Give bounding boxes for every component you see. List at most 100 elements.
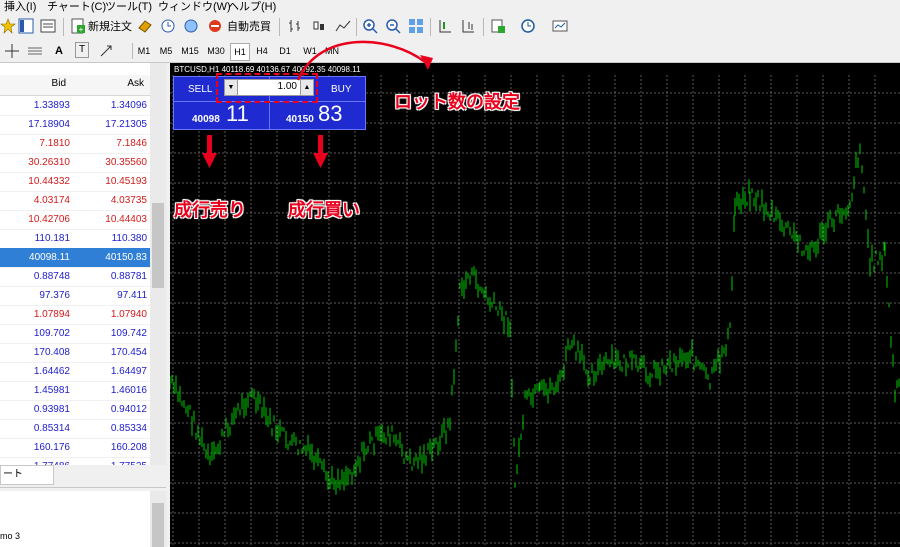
new-order-icon[interactable]: + <box>70 18 86 34</box>
menu-chart[interactable]: チャート(C) <box>47 0 106 14</box>
options-icon[interactable] <box>137 18 153 34</box>
table-row[interactable]: 109.702 109.742 <box>0 324 150 344</box>
table-row[interactable]: 10.44332 10.45193 <box>0 172 150 192</box>
navigator-scrollbar[interactable] <box>150 491 166 547</box>
ask-cell: 4.03735 <box>110 195 147 206</box>
menu-insert[interactable]: 挿入(I) <box>4 0 36 14</box>
periods-clock-icon[interactable] <box>520 18 536 34</box>
separator <box>63 18 64 36</box>
chart-canvas <box>170 75 900 547</box>
standard-toolbar: + 新規注文 自動売買 <box>0 14 900 41</box>
timeframe-mn[interactable]: MN <box>322 43 342 59</box>
indicators-icon[interactable] <box>490 18 506 34</box>
auto-trade-icon[interactable] <box>207 18 223 34</box>
table-row[interactable]: 17.18904 17.21305 <box>0 115 150 135</box>
buy-price-big: 83 <box>318 101 343 126</box>
line-chart-icon[interactable] <box>335 18 351 34</box>
navigator-area: ート mo 3 <box>0 465 166 547</box>
text-label-button[interactable]: A <box>55 42 63 60</box>
divider <box>0 487 166 488</box>
timeframe-m1[interactable]: M1 <box>134 43 154 59</box>
separator <box>430 18 431 36</box>
lot-setting-annotation: ロット数の設定 <box>394 92 520 112</box>
table-row[interactable]: 170.408 170.454 <box>0 343 150 363</box>
timeframe-m15[interactable]: M15 <box>178 43 202 59</box>
market-watch-icon[interactable] <box>18 18 34 34</box>
signals-icon[interactable] <box>183 18 199 34</box>
timeframe-m30[interactable]: M30 <box>204 43 228 59</box>
text-object-button[interactable]: T <box>75 42 89 58</box>
table-row[interactable]: 4.03174 4.03735 <box>0 191 150 211</box>
table-row[interactable]: 1.33893 1.34096 <box>0 96 150 116</box>
bar-chart-icon[interactable] <box>287 18 303 34</box>
crosshair-icon[interactable] <box>4 43 20 59</box>
table-row[interactable]: 30.26310 30.35560 <box>0 153 150 173</box>
sell-price-small: 40098 <box>192 114 220 125</box>
table-row[interactable]: 1.45981 1.46016 <box>0 381 150 401</box>
bid-cell: 1.64462 <box>33 366 70 377</box>
tab-market-watch[interactable]: ート <box>0 465 54 485</box>
ask-cell: 1.34096 <box>110 100 147 111</box>
bid-cell: 10.42706 <box>28 214 70 225</box>
bid-cell: 4.03174 <box>33 195 70 206</box>
price-chart[interactable]: BTCUSD,H1 40118.69 40136.67 40092.35 400… <box>170 63 900 547</box>
horizontal-line-icon[interactable] <box>27 43 43 59</box>
bid-cell: 30.26310 <box>28 157 70 168</box>
lot-highlight-box <box>216 73 318 103</box>
candlestick-icon[interactable] <box>311 18 327 34</box>
ask-cell: 160.208 <box>110 442 147 453</box>
timeframe-m5[interactable]: M5 <box>156 43 176 59</box>
auto-trade-button[interactable]: 自動売買 <box>227 18 271 36</box>
chart-shift-icon[interactable] <box>437 18 453 34</box>
timeframe-w1[interactable]: W1 <box>300 43 320 59</box>
timeframe-h4[interactable]: H4 <box>252 43 272 59</box>
menu-tools[interactable]: ツール(T) <box>105 0 152 14</box>
zoom-out-icon[interactable] <box>385 18 401 34</box>
column-bid[interactable]: Bid <box>52 78 66 89</box>
menu-window[interactable]: ウィンドウ(W) <box>158 0 231 14</box>
ask-cell: 10.44403 <box>105 214 147 225</box>
new-order-button[interactable]: 新規注文 <box>88 18 132 36</box>
scrollbar-thumb[interactable] <box>152 203 164 288</box>
table-row[interactable]: 110.181 110.380 <box>0 229 150 249</box>
ask-cell: 0.88781 <box>110 271 147 282</box>
bid-cell: 1.77486 <box>34 457 70 465</box>
table-row[interactable]: 1.77486 1.77525 <box>0 457 150 465</box>
sell-label: SELL <box>188 84 213 95</box>
table-row[interactable]: 0.93981 0.94012 <box>0 400 150 420</box>
market-watch-scrollbar[interactable] <box>150 63 166 465</box>
auto-scroll-icon[interactable] <box>460 18 476 34</box>
menu-help[interactable]: ヘルプ(H) <box>228 0 276 14</box>
price-bars <box>170 143 900 495</box>
templates-icon[interactable] <box>552 18 568 34</box>
table-row[interactable]: 0.88748 0.88781 <box>0 267 150 287</box>
table-row[interactable]: 97.376 97.411 <box>0 286 150 306</box>
table-row[interactable]: 160.176 160.208 <box>0 438 150 458</box>
timeframe-d1[interactable]: D1 <box>276 43 294 59</box>
separator <box>356 18 357 36</box>
table-row[interactable]: 7.1810 7.1846 <box>0 134 150 154</box>
table-row[interactable]: 0.85314 0.85334 <box>0 419 150 439</box>
ask-cell: 97.411 <box>117 290 147 301</box>
scrollbar-thumb[interactable] <box>152 503 164 547</box>
sell-price-big: 11 <box>226 101 249 126</box>
ask-cell: 40150.83 <box>105 252 147 263</box>
navigator-icon[interactable] <box>40 18 56 34</box>
ask-cell: 170.454 <box>110 347 147 358</box>
star-icon[interactable] <box>0 18 16 34</box>
bid-cell: 0.93981 <box>33 404 70 415</box>
timeframe-h1[interactable]: H1 <box>230 43 250 61</box>
zoom-in-icon[interactable] <box>362 18 378 34</box>
arrow-tools-icon[interactable] <box>98 43 114 59</box>
column-ask[interactable]: Ask <box>127 78 144 89</box>
ask-cell: 0.85334 <box>110 423 147 434</box>
table-row[interactable]: 40098.11 40150.83 <box>0 248 150 268</box>
table-row[interactable]: 10.42706 10.44403 <box>0 210 150 230</box>
navigator-item[interactable]: mo 3 <box>0 531 20 541</box>
table-row[interactable]: 1.64462 1.64497 <box>0 362 150 382</box>
market-buy-annotation: 成行買い <box>288 200 360 220</box>
table-row[interactable]: 1.07894 1.07940 <box>0 305 150 325</box>
market-watch-panel: Bid Ask 1.33893 1.34096 17.18904 17.21305 7.… <box>0 63 166 465</box>
tile-windows-icon[interactable] <box>408 18 424 34</box>
history-icon[interactable] <box>160 18 176 34</box>
